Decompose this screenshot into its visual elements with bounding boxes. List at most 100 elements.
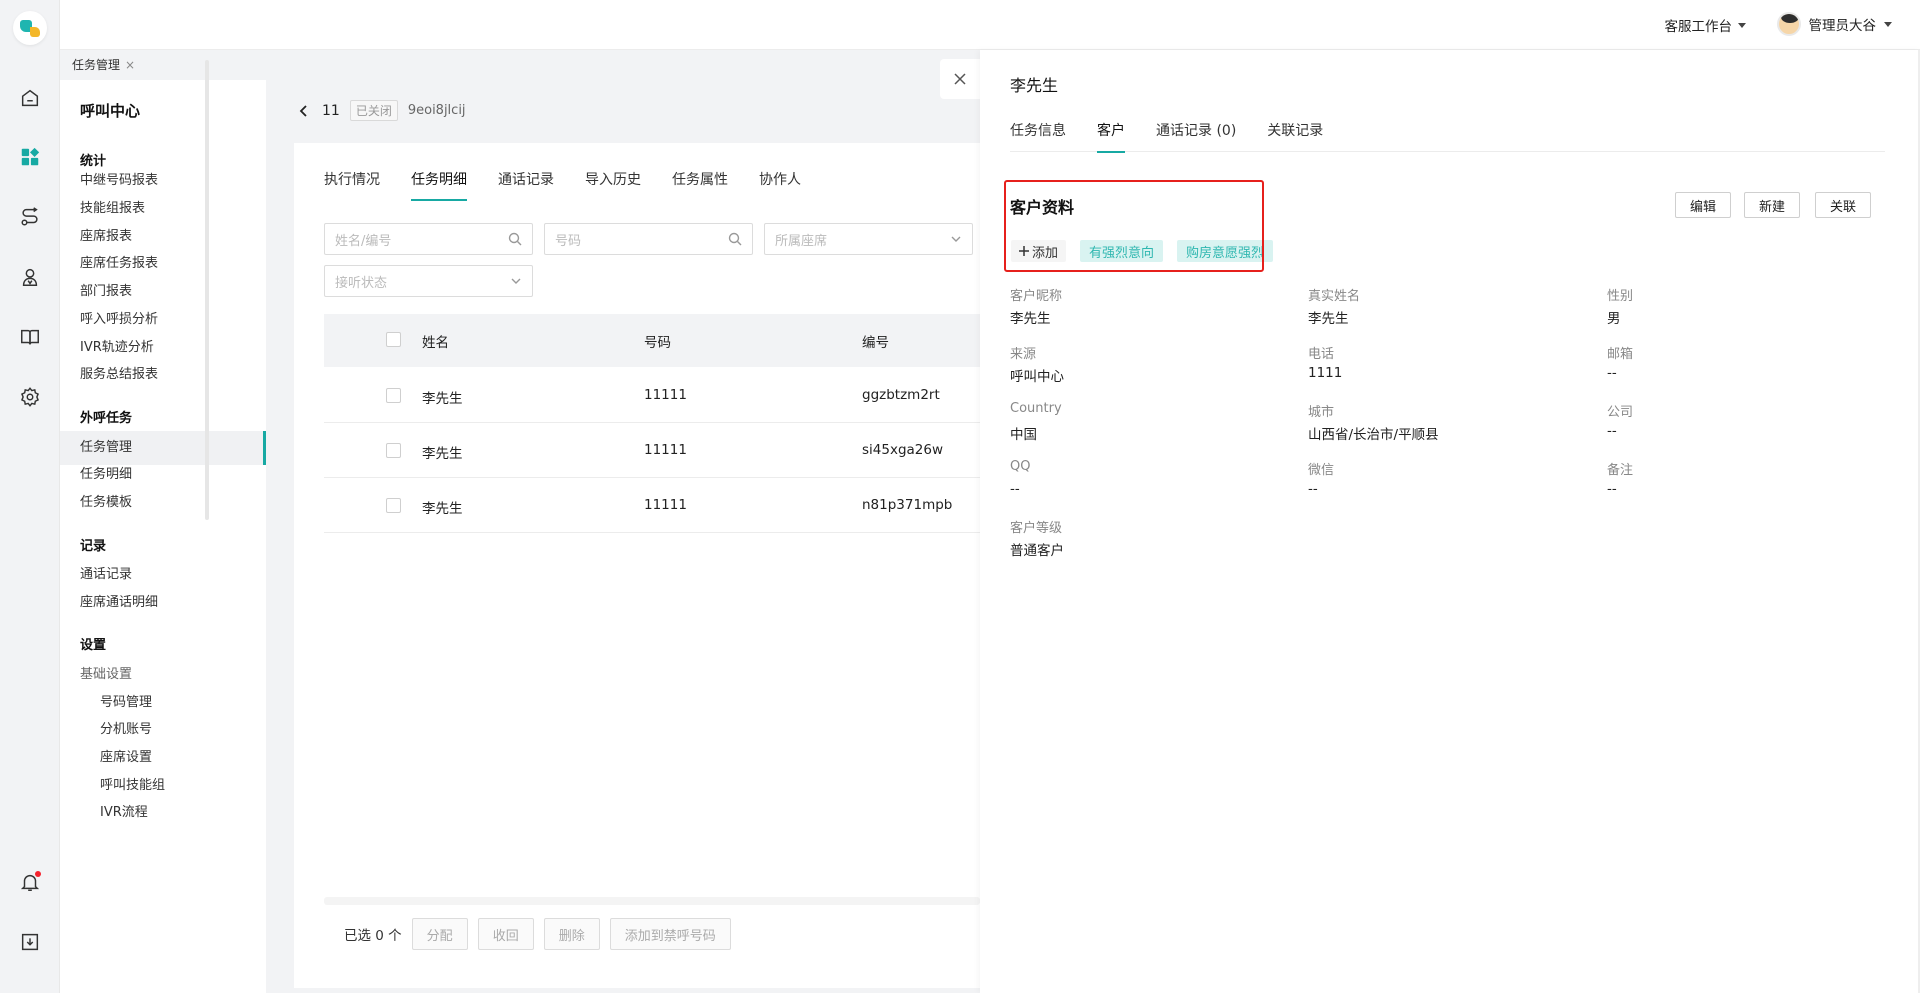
tab-execution[interactable]: 执行情况	[324, 169, 380, 201]
link-button[interactable]: 关联	[1815, 192, 1872, 218]
chevron-down-icon	[1884, 21, 1892, 27]
table-row[interactable]: 李先生 11111 n81p371mpb	[324, 478, 980, 533]
tab-call-records[interactable]: 通话记录 (0)	[1156, 120, 1236, 152]
field-label: 微信	[1308, 463, 1335, 478]
app-logo[interactable]	[13, 11, 47, 45]
nav-group-settings: 设置	[80, 638, 107, 653]
tab-collaborators[interactable]: 协作人	[759, 169, 801, 201]
chevron-down-icon	[951, 236, 961, 242]
row-name: 李先生	[422, 501, 463, 517]
workbench-dropdown[interactable]: 客服工作台	[1664, 15, 1746, 35]
sidebar-item-ivr-flow[interactable]: IVR流程	[60, 796, 266, 830]
settings-icon[interactable]	[18, 385, 42, 409]
field-label: 城市	[1308, 405, 1335, 420]
route-icon[interactable]	[18, 205, 42, 229]
delete-button[interactable]: 删除	[543, 918, 600, 950]
tab-task-detail[interactable]: 任务明细	[411, 169, 467, 201]
tab-task-info[interactable]: 任务信息	[1010, 120, 1066, 152]
assign-button[interactable]: 分配	[411, 918, 468, 950]
new-button[interactable]: 新建	[1744, 192, 1801, 218]
nav-group-outbound: 外呼任务	[80, 411, 133, 426]
field-label: 备注	[1607, 463, 1634, 478]
name-search-input[interactable]: 姓名/编号	[324, 223, 533, 255]
user-name: 管理员大谷	[1808, 18, 1877, 34]
table-horizontal-scrollbar[interactable]	[324, 897, 980, 905]
breadcrumb: 11 已关闭 9eoi8jlcij	[296, 100, 466, 121]
sidebar-item-task-template[interactable]: 任务模板	[60, 486, 266, 520]
nav-group-records: 记录	[80, 539, 107, 554]
top-header: 客服工作台 管理员大谷	[60, 0, 1920, 50]
selected-count: 已选 0 个	[344, 928, 402, 944]
field-value: --	[1607, 481, 1617, 497]
row-number: 11111	[644, 442, 687, 458]
workbench-label: 客服工作台	[1664, 19, 1733, 35]
search-icon	[508, 232, 522, 246]
add-to-blocklist-button[interactable]: 添加到禁呼号码	[609, 918, 731, 950]
row-code: si45xga26w	[862, 442, 944, 458]
answer-status-placeholder: 接听状态	[335, 275, 388, 291]
field-label: QQ	[1010, 459, 1031, 474]
tab-task-management[interactable]: 任务管理 ×	[72, 56, 135, 73]
home-icon[interactable]	[18, 86, 42, 110]
number-search-input[interactable]: 号码	[544, 223, 753, 255]
sidebar-item-service-summary[interactable]: 服务总结报表	[60, 358, 266, 392]
row-number: 11111	[644, 497, 687, 513]
highlight-box	[1004, 180, 1264, 272]
answer-status-select[interactable]: 接听状态	[324, 265, 533, 297]
field-label: 来源	[1010, 347, 1037, 362]
field-value: 普通客户	[1010, 543, 1064, 559]
field-value: 中国	[1010, 427, 1037, 443]
chevron-down-icon	[1738, 22, 1746, 28]
field-value: 呼叫中心	[1010, 369, 1064, 385]
column-header-name: 姓名	[422, 335, 449, 351]
sidebar-item-seat-call-detail[interactable]: 座席通话明细	[60, 586, 266, 620]
field-value: 李先生	[1010, 311, 1051, 327]
edit-button[interactable]: 编辑	[1675, 192, 1732, 218]
field-label: 客户昵称	[1010, 289, 1063, 304]
tab-call-records[interactable]: 通话记录	[498, 169, 554, 201]
number-search-placeholder: 号码	[555, 233, 582, 249]
select-all-checkbox[interactable]	[386, 332, 401, 347]
row-name: 李先生	[422, 446, 463, 462]
tab-customer[interactable]: 客户	[1097, 120, 1125, 153]
search-icon	[728, 232, 742, 246]
sidebar-scrollbar[interactable]	[205, 60, 209, 520]
drawer-tabs: 任务信息 客户 通话记录 (0) 关联记录	[1010, 120, 1885, 153]
tab-import-history[interactable]: 导入历史	[585, 169, 641, 201]
seat-select[interactable]: 所属座席	[764, 223, 973, 255]
field-value: 山西省/长治市/平顺县	[1308, 427, 1439, 443]
row-checkbox[interactable]	[386, 443, 401, 458]
drawer-close-button[interactable]	[940, 59, 980, 99]
table-row[interactable]: 李先生 11111 si45xga26w	[324, 423, 980, 478]
column-header-code: 编号	[862, 335, 889, 351]
recall-button[interactable]: 收回	[477, 918, 534, 950]
bell-icon[interactable]	[18, 870, 42, 894]
icon-rail	[0, 0, 60, 993]
field-label: 公司	[1607, 405, 1634, 420]
book-icon[interactable]	[18, 325, 42, 349]
customer-drawer: 李先生 任务信息 客户 通话记录 (0) 关联记录 客户资料 添加 有强烈意向 …	[980, 50, 1920, 993]
open-tabs-strip: 任务管理 ×	[60, 50, 980, 80]
seat-select-placeholder: 所属座席	[775, 233, 828, 249]
table-row[interactable]: 李先生 11111 ggzbtzm2rt	[324, 368, 980, 423]
field-value: --	[1607, 365, 1617, 381]
user-menu[interactable]: 管理员大谷	[1776, 12, 1892, 36]
name-search-placeholder: 姓名/编号	[335, 233, 392, 249]
row-name: 李先生	[422, 391, 463, 407]
close-icon	[954, 73, 966, 85]
close-icon[interactable]: ×	[125, 58, 135, 72]
notification-dot	[35, 871, 41, 877]
tab-label: 任务管理	[72, 58, 121, 72]
download-icon[interactable]	[18, 930, 42, 954]
row-number: 11111	[644, 387, 687, 403]
row-checkbox[interactable]	[386, 498, 401, 513]
agent-icon[interactable]	[18, 265, 42, 289]
task-main-panel: 执行情况 任务明细 通话记录 导入历史 任务属性 协作人 姓名/编号 号码 所属…	[294, 143, 980, 988]
tab-related-records[interactable]: 关联记录	[1267, 120, 1323, 152]
row-checkbox[interactable]	[386, 388, 401, 403]
dashboard-icon[interactable]	[18, 145, 42, 169]
status-badge: 已关闭	[349, 100, 398, 121]
back-arrow-icon[interactable]	[296, 103, 312, 119]
tab-task-properties[interactable]: 任务属性	[672, 169, 728, 201]
secondary-sidebar: 呼叫中心 统计 中继号码报表 技能组报表 座席报表 座席任务报表 部门报表 呼入…	[60, 80, 266, 993]
